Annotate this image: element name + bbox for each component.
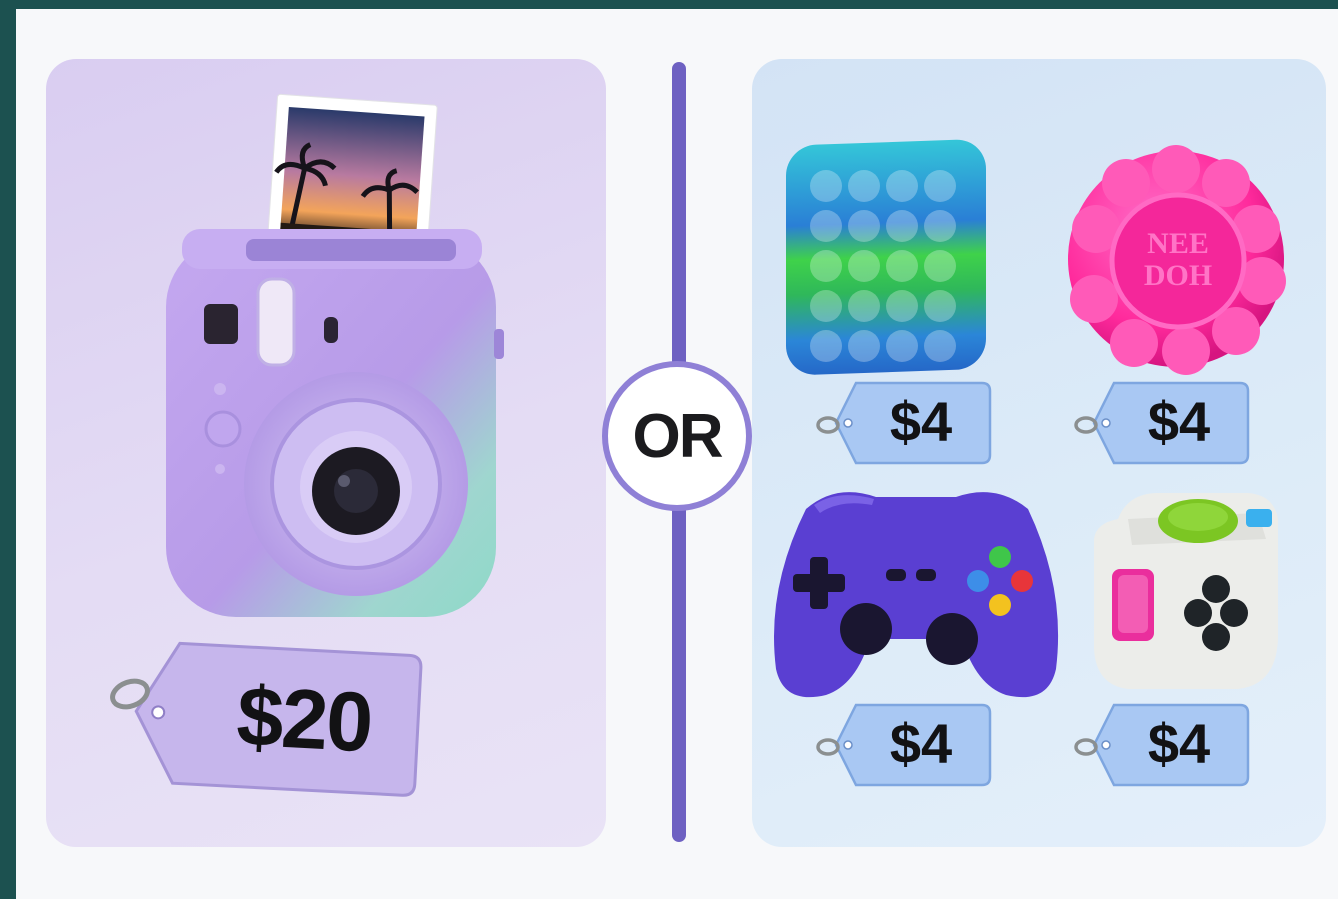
or-badge: OR — [602, 361, 752, 511]
pop-it-fidget-icon — [786, 139, 986, 375]
nee-doh-line2: DOH — [1144, 259, 1212, 292]
game-controller-icon — [774, 492, 1059, 698]
or-label: OR — [632, 401, 724, 471]
controller-price-label: $4 — [889, 712, 953, 775]
instant-camera-icon — [166, 93, 504, 617]
nee-doh-line1: NEE — [1147, 227, 1209, 260]
fidget-cube-icon — [1094, 493, 1278, 689]
nee-doh-ball-icon: NEE DOH — [1068, 145, 1286, 375]
comparison-card: OR $20 NEE DOH $4 $4 $4 $4 — [16, 9, 1338, 899]
fidget-cube-price-label: $4 — [1147, 712, 1211, 775]
pop-it-price-label: $4 — [889, 390, 953, 453]
left-price-label: $20 — [234, 668, 374, 770]
nee-doh-price-label: $4 — [1147, 390, 1211, 453]
